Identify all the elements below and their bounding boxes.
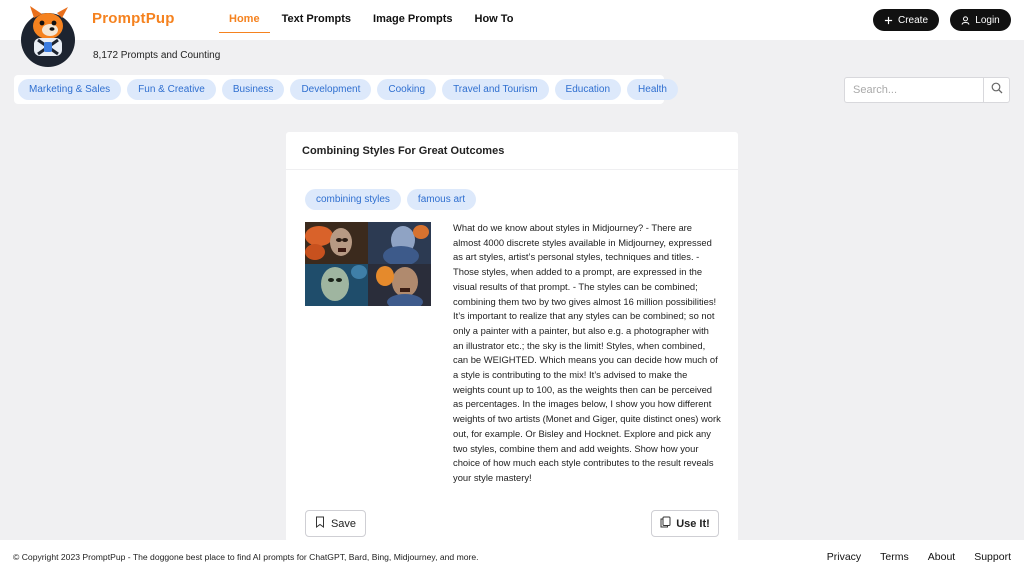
prompt-count-tagline: 8,172 Prompts and Counting xyxy=(93,50,221,61)
prompt-description: What do we know about styles in Midjourn… xyxy=(453,222,721,483)
nav-image-prompts[interactable]: Image Prompts xyxy=(363,8,462,33)
category-fun-creative[interactable]: Fun & Creative xyxy=(127,79,216,100)
main-nav: Home Text Prompts Image Prompts How To xyxy=(219,8,525,33)
use-it-button[interactable]: Use It! xyxy=(651,510,719,537)
brand-name[interactable]: PromptPup xyxy=(92,10,175,27)
footer-link-privacy[interactable]: Privacy xyxy=(827,551,861,563)
category-travel-tourism[interactable]: Travel and Tourism xyxy=(442,79,549,100)
search-input[interactable] xyxy=(844,77,984,103)
footer-links: Privacy Terms About Support xyxy=(808,551,1011,563)
save-label: Save xyxy=(330,517,357,530)
plus-icon xyxy=(884,16,893,25)
category-education[interactable]: Education xyxy=(554,79,622,100)
prompt-title: Combining Styles For Great Outcomes xyxy=(286,132,738,170)
category-health[interactable]: Health xyxy=(627,79,678,100)
use-it-label: Use It! xyxy=(676,517,710,530)
footer-link-terms[interactable]: Terms xyxy=(880,551,909,563)
category-development[interactable]: Development xyxy=(290,79,372,100)
category-cooking[interactable]: Cooking xyxy=(377,79,437,100)
tag-famous-art[interactable]: famous art xyxy=(406,189,477,210)
create-button[interactable]: Create xyxy=(873,9,939,31)
login-label: Login xyxy=(975,14,1000,26)
footer-link-about[interactable]: About xyxy=(928,551,955,563)
footer: © Copyright 2023 PromptPup - The doggone… xyxy=(0,540,1024,576)
nav-text-prompts[interactable]: Text Prompts xyxy=(272,8,361,33)
category-business[interactable]: Business xyxy=(221,79,285,100)
category-bar: Marketing & Sales Fun & Creative Busines… xyxy=(14,75,678,104)
login-button[interactable]: Login xyxy=(950,9,1011,31)
promptpup-logo[interactable] xyxy=(20,4,76,68)
nav-how-to[interactable]: How To xyxy=(465,8,524,33)
search-button[interactable] xyxy=(983,77,1010,103)
search-icon xyxy=(991,81,1003,99)
copyright-text: © Copyright 2023 PromptPup - The doggone… xyxy=(13,552,479,562)
tag-combining-styles[interactable]: combining styles xyxy=(305,189,401,210)
prompt-tags: combining styles famous art xyxy=(305,189,482,210)
bookmark-icon xyxy=(315,516,325,531)
nav-home[interactable]: Home xyxy=(219,8,270,33)
prompt-card: Combining Styles For Great Outcomes comb… xyxy=(286,132,738,542)
save-button[interactable]: Save xyxy=(305,510,366,537)
footer-link-support[interactable]: Support xyxy=(974,551,1011,563)
user-icon xyxy=(961,15,970,25)
category-marketing-sales[interactable]: Marketing & Sales xyxy=(18,79,122,100)
prompt-image-grid[interactable] xyxy=(305,222,431,306)
create-label: Create xyxy=(897,14,928,26)
copy-icon xyxy=(660,516,671,531)
